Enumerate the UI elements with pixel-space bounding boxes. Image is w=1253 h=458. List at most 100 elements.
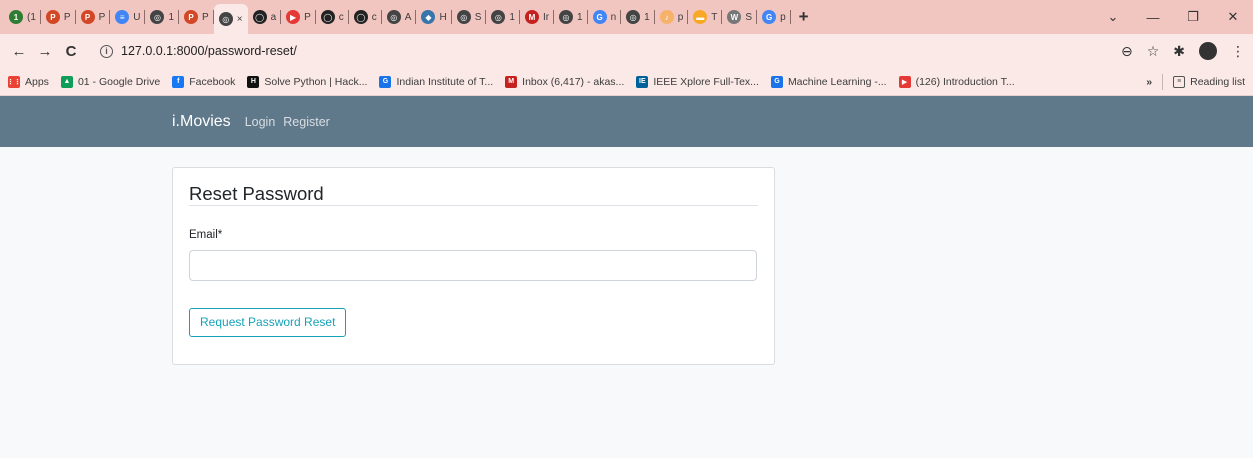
browser-tab[interactable]: ≡ U xyxy=(110,4,146,30)
profile-avatar[interactable] xyxy=(1199,42,1217,60)
browser-tab[interactable]: 1 (1 xyxy=(4,4,41,30)
tab-label: S xyxy=(745,11,753,23)
tab-label: 1 xyxy=(577,11,583,23)
bookmark-item[interactable]: G Indian Institute of T... xyxy=(379,75,493,88)
browser-tab[interactable]: ◯ c xyxy=(349,4,382,30)
browser-tab[interactable]: PP xyxy=(179,4,214,30)
browser-toolbar: ← → C i 127.0.0.1:8000/password-reset/ ⊖… xyxy=(0,34,1253,68)
site-info-icon[interactable]: i xyxy=(100,44,113,58)
browser-tab[interactable]: PP xyxy=(76,4,111,30)
bookmark-item[interactable]: ▶ (126) Introduction T... xyxy=(898,75,1015,88)
extensions-icon[interactable]: ✱ xyxy=(1173,43,1185,60)
bookmark-label: Inbox (6,417) - akas... xyxy=(522,75,625,88)
forward-icon[interactable]: → xyxy=(34,43,56,60)
browser-tab[interactable]: Gp xyxy=(757,4,791,30)
bookmark-item[interactable]: ▲ 01 - Google Drive xyxy=(60,75,161,88)
back-icon[interactable]: ← xyxy=(8,43,30,60)
bookmark-icon: ▶ xyxy=(898,75,911,88)
bookmark-item[interactable]: G Machine Learning -... xyxy=(770,75,887,88)
bookmark-item[interactable]: IE IEEE Xplore Full-Tex... xyxy=(636,75,759,88)
nav-register-link[interactable]: Register xyxy=(283,115,330,129)
tab-label: P xyxy=(98,11,106,23)
site-navbar: i.Movies Login Register xyxy=(0,96,1253,147)
tab-label: A xyxy=(404,11,412,23)
browser-tab[interactable]: PP xyxy=(41,4,76,30)
tab-label: (1 xyxy=(27,11,36,23)
menu-icon[interactable]: ⋮ xyxy=(1231,43,1245,60)
new-tab-button[interactable]: + xyxy=(791,7,817,27)
browser-tab[interactable]: ◎ 1 xyxy=(621,4,655,30)
tab-favicon-icon: W xyxy=(727,10,742,24)
bookmark-icon: G xyxy=(770,75,783,88)
tab-label: P xyxy=(202,11,209,23)
browser-tab[interactable]: WS xyxy=(722,4,758,30)
tab-label: U xyxy=(133,11,141,23)
bookmark-item[interactable]: f Facebook xyxy=(172,75,236,88)
bookmarks-overflow-icon[interactable]: » xyxy=(1146,76,1152,88)
bookmark-label: Apps xyxy=(25,75,49,88)
tab-favicon-icon: P xyxy=(45,10,60,24)
site-brand[interactable]: i.Movies xyxy=(172,113,231,131)
bookmark-label: Machine Learning -... xyxy=(787,75,887,88)
bookmark-icon: IE xyxy=(636,75,649,88)
tab-label: T xyxy=(711,11,718,23)
browser-tab[interactable]: M Ir xyxy=(520,4,555,30)
tab-label: 1 xyxy=(168,11,175,23)
browser-tab[interactable]: ◎ S xyxy=(452,4,487,30)
bookmark-item[interactable]: ⋮⋮ Apps xyxy=(7,75,49,88)
tab-favicon-icon: ♪ xyxy=(659,10,674,24)
browser-tab[interactable]: ◎ 1 xyxy=(486,4,520,30)
tab-label: p xyxy=(677,11,684,23)
reload-icon[interactable]: C xyxy=(60,43,82,60)
browser-tab[interactable]: ◎ × xyxy=(213,4,248,34)
browser-tab[interactable]: ◎ A xyxy=(382,4,417,30)
bookmark-icon: ▲ xyxy=(60,75,73,88)
tab-favicon-icon: ◎ xyxy=(218,12,233,26)
bookmark-icon: f xyxy=(172,75,185,88)
tab-label: c xyxy=(338,11,344,23)
browser-tab[interactable]: ◎ 1 xyxy=(145,4,180,30)
tab-label: 1 xyxy=(644,11,650,23)
address-bar[interactable]: i 127.0.0.1:8000/password-reset/ xyxy=(90,38,1114,64)
bookmark-item[interactable]: M Inbox (6,417) - akas... xyxy=(505,75,625,88)
browser-tab[interactable]: ▶ P xyxy=(281,4,316,30)
browser-tab[interactable]: ♪ p xyxy=(655,4,689,30)
close-window-icon[interactable]: ✕ xyxy=(1213,9,1253,25)
tab-favicon-icon: ▬ xyxy=(693,10,708,24)
bookmark-label: Solve Python | Hack... xyxy=(264,75,368,88)
bookmark-label: Facebook xyxy=(189,75,236,88)
nav-login-link[interactable]: Login xyxy=(245,115,276,129)
tab-label: P xyxy=(63,11,71,23)
browser-tab[interactable]: ◯ c xyxy=(316,4,349,30)
bookmark-star-icon[interactable]: ☆ xyxy=(1147,43,1160,60)
tab-favicon-icon: ◎ xyxy=(386,10,401,24)
zoom-icon[interactable]: ⊖ xyxy=(1121,43,1133,60)
tab-search-icon[interactable]: ⌄ xyxy=(1093,9,1133,25)
toolbar-actions: ⊖ ☆ ✱ ⋮ xyxy=(1121,42,1245,60)
tab-favicon-icon: ◆ xyxy=(421,10,436,24)
url-text: 127.0.0.1:8000/password-reset/ xyxy=(121,44,297,58)
tab-favicon-icon: ≡ xyxy=(115,10,130,24)
bookmark-icon: ⋮⋮ xyxy=(7,75,21,88)
browser-tab[interactable]: Gn xyxy=(588,4,622,30)
bookmark-item[interactable]: H Solve Python | Hack... xyxy=(247,75,368,88)
browser-tab[interactable]: ◯ a xyxy=(248,4,282,30)
tab-favicon-icon: G xyxy=(762,10,777,24)
bookmarks-right: » ≡ Reading list xyxy=(1146,73,1245,90)
tab-favicon-icon: ◯ xyxy=(353,10,368,24)
browser-tab[interactable]: ◆ H xyxy=(416,4,452,30)
bookmark-list: ⋮⋮ Apps ▲ 01 - Google Drive f Facebook H Solve … xyxy=(7,75,1027,88)
tab-favicon-icon: M xyxy=(524,10,539,24)
tab-favicon-icon: ▶ xyxy=(286,10,301,24)
minimize-icon[interactable]: — xyxy=(1133,10,1173,25)
email-field[interactable] xyxy=(189,250,757,281)
restore-icon[interactable]: ❐ xyxy=(1173,9,1213,25)
request-password-reset-button[interactable]: Request Password Reset xyxy=(189,308,347,337)
browser-tab[interactable]: ◎ 1 xyxy=(554,4,588,30)
reading-list-button[interactable]: ≡ Reading list xyxy=(1173,75,1245,88)
bookmark-label: IEEE Xplore Full-Tex... xyxy=(653,75,759,88)
bookmark-label: 01 - Google Drive xyxy=(77,75,161,88)
tab-label: n xyxy=(610,11,617,23)
browser-tab[interactable]: ▬ T xyxy=(688,4,723,30)
reading-list-icon: ≡ xyxy=(1173,75,1186,88)
